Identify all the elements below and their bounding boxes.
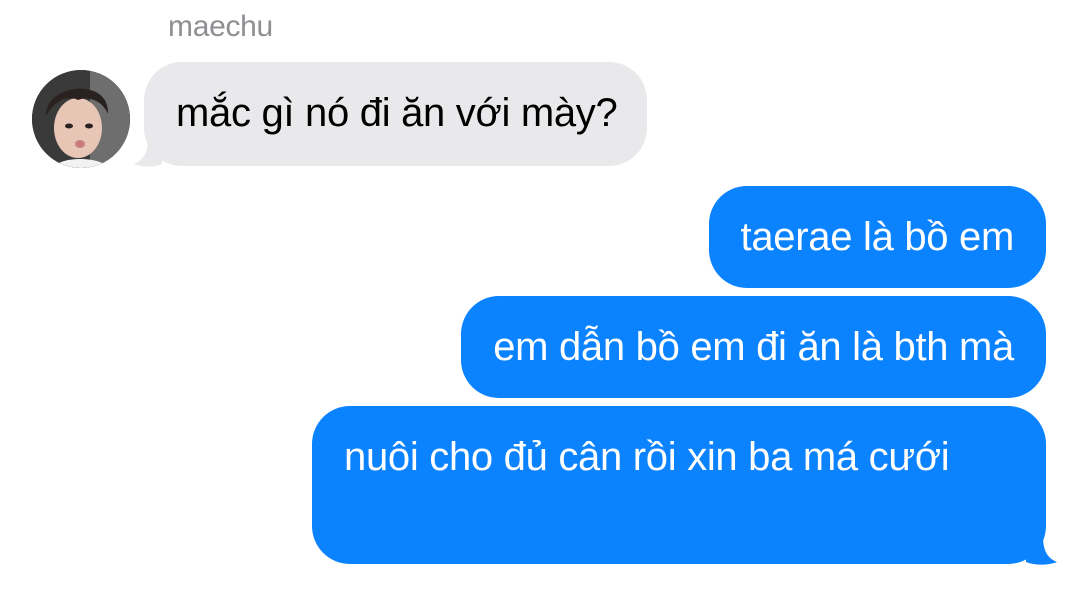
message-text: taerae là bồ em [740, 215, 1015, 259]
incoming-bubble-tail [134, 138, 162, 167]
message-bubble-outgoing[interactable]: em dẫn bồ em đi ăn là bth mà [461, 296, 1046, 398]
outgoing-bubble-tail [1026, 536, 1057, 565]
sender-name: maechu [168, 10, 273, 43]
message-bubble-outgoing[interactable]: taerae là bồ em [708, 186, 1046, 288]
user-avatar-photo-icon [32, 70, 130, 168]
message-bubble-incoming[interactable]: mắc gì nó đi ăn với mày? [144, 62, 648, 166]
message-text: mắc gì nó đi ăn với mày? [176, 91, 618, 135]
message-text: nuôi cho đủ cân rồi xin ba má cưới [344, 435, 950, 479]
message-bubble-outgoing[interactable]: nuôi cho đủ cân rồi xin ba má cưới [312, 406, 1046, 564]
message-text: em dẫn bồ em đi ăn là bth mà [493, 325, 1014, 369]
sender-avatar[interactable] [32, 70, 130, 168]
